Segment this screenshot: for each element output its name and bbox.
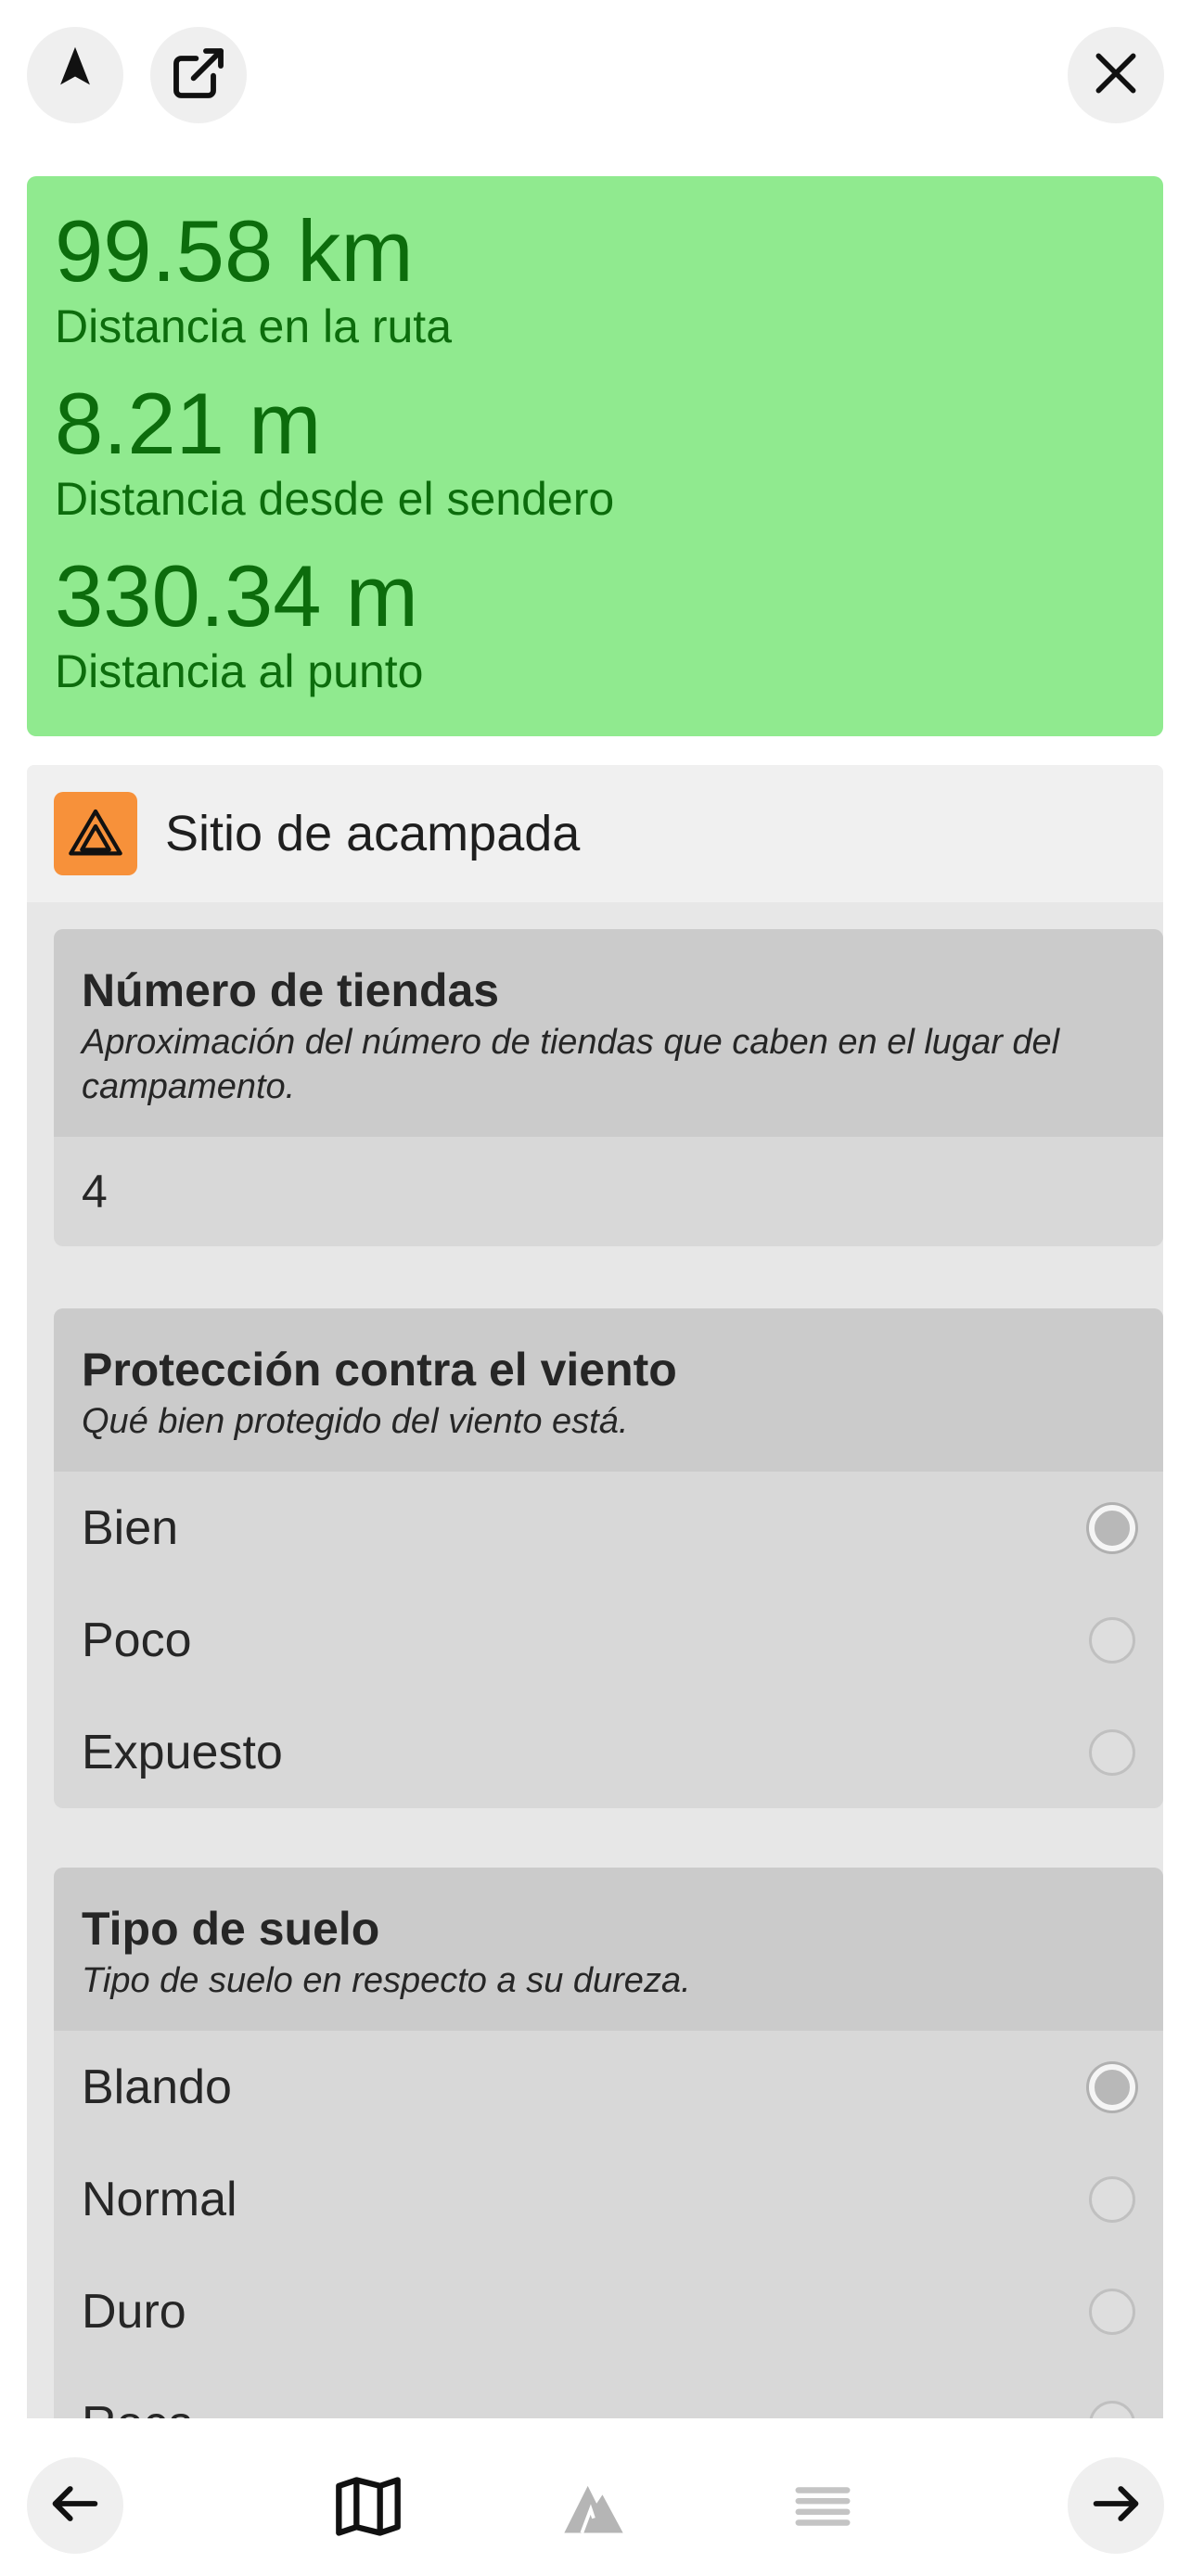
ground-option-soft-radio[interactable] (1089, 2063, 1135, 2111)
arrow-left-icon (45, 2474, 105, 2538)
next-button[interactable] (1068, 2457, 1164, 2554)
open-external-button[interactable] (150, 27, 247, 123)
list-button[interactable] (781, 2467, 864, 2550)
ground-option-rock-radio[interactable] (1089, 2400, 1135, 2418)
terrain-button[interactable] (552, 2467, 635, 2550)
map-button[interactable] (327, 2467, 410, 2550)
wind-option-good-radio[interactable] (1089, 1504, 1135, 1551)
close-icon (1090, 47, 1142, 104)
tent-icon (54, 792, 137, 875)
wind-option-exposed-label: Expuesto (82, 1725, 283, 1779)
ground-option-normal-radio[interactable] (1089, 2175, 1135, 2223)
wind-option-little[interactable]: Poco (54, 1584, 1163, 1696)
external-link-icon (169, 44, 228, 108)
wind-field-header: Protección contra el viento Qué bien pro… (54, 1308, 1163, 1472)
mountain-icon (558, 2471, 629, 2546)
wind-option-good[interactable]: Bien (54, 1472, 1163, 1584)
ground-option-hard[interactable]: Duro (54, 2255, 1163, 2367)
tents-field-header: Número de tiendas Aproximación del númer… (54, 929, 1163, 1137)
ground-option-rock[interactable]: Roca (54, 2367, 1163, 2418)
ground-option-hard-radio[interactable] (1089, 2288, 1135, 2335)
compass-button[interactable] (27, 27, 123, 123)
wind-option-exposed-radio[interactable] (1089, 1728, 1135, 1776)
ground-option-rock-label: Roca (82, 2396, 194, 2419)
route-distance-label: Distancia en la ruta (55, 300, 453, 352)
ground-option-hard-label: Duro (82, 2284, 186, 2339)
ground-option-normal-label: Normal (82, 2172, 237, 2226)
wind-field-description: Qué bien protegido del viento está. (82, 1402, 629, 1441)
tents-value-input[interactable]: 4 (54, 1137, 1163, 1246)
feature-header: Sitio de acampada (27, 765, 1163, 902)
ground-option-soft-label: Blando (82, 2060, 232, 2114)
ground-field-title: Tipo de suelo (82, 1903, 380, 1955)
arrow-right-icon (1086, 2474, 1146, 2538)
route-distance-value: 99.58 km (55, 202, 414, 300)
trail-distance-value: 8.21 m (55, 375, 322, 472)
point-distance-value: 330.34 m (55, 547, 418, 644)
compass-icon (47, 45, 103, 106)
wind-option-good-label: Bien (82, 1500, 179, 1555)
ground-field: Tipo de suelo Tipo de suelo en respecto … (54, 1868, 1163, 2418)
close-button[interactable] (1068, 27, 1164, 123)
bottom-nav (0, 2425, 1191, 2576)
wind-option-little-radio[interactable] (1089, 1616, 1135, 1664)
wind-field: Protección contra el viento Qué bien pro… (54, 1308, 1163, 1808)
distance-stats-panel: 99.58 km Distancia en la ruta 8.21 m Dis… (27, 176, 1163, 736)
feature-panel: Sitio de acampada Número de tiendas Apro… (27, 765, 1163, 2418)
tents-field: Número de tiendas Aproximación del númer… (54, 929, 1163, 1246)
wind-field-title: Protección contra el viento (82, 1344, 677, 1396)
trail-distance-label: Distancia desde el sendero (55, 473, 615, 525)
map-icon (333, 2471, 403, 2546)
wind-option-exposed[interactable]: Expuesto (54, 1696, 1163, 1808)
list-icon (790, 2474, 855, 2544)
ground-field-description: Tipo de suelo en respecto a su dureza. (82, 1961, 691, 2000)
feature-title: Sitio de acampada (165, 806, 581, 861)
tents-field-description: Aproximación del número de tiendas que c… (82, 1023, 1060, 1106)
wind-option-little-label: Poco (82, 1613, 192, 1667)
ground-option-normal[interactable]: Normal (54, 2143, 1163, 2255)
ground-field-header: Tipo de suelo Tipo de suelo en respecto … (54, 1868, 1163, 2031)
back-button[interactable] (27, 2457, 123, 2554)
tents-field-title: Número de tiendas (82, 964, 500, 1016)
ground-option-soft[interactable]: Blando (54, 2031, 1163, 2143)
point-distance-label: Distancia al punto (55, 645, 424, 697)
